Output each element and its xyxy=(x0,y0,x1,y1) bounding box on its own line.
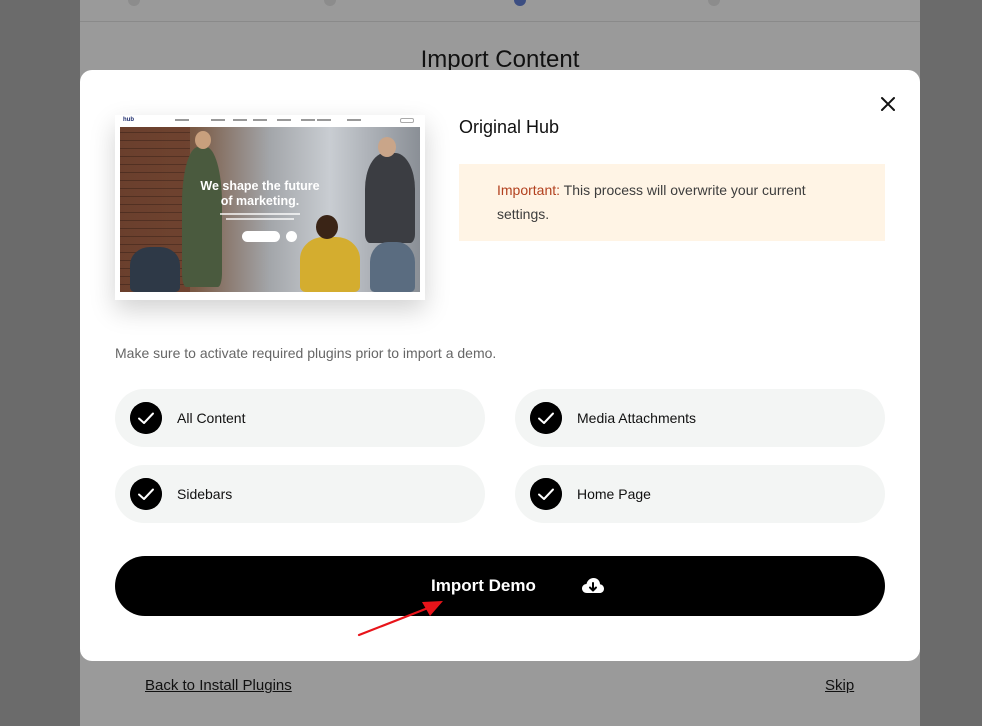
steps-bar xyxy=(80,0,920,22)
step-dot xyxy=(128,0,140,6)
step-dot xyxy=(324,0,336,6)
checkmark-icon xyxy=(530,478,562,510)
skip-link[interactable]: Skip xyxy=(825,677,854,694)
option-label: Sidebars xyxy=(177,486,233,502)
option-sidebars[interactable]: Sidebars xyxy=(115,465,485,523)
option-label: Home Page xyxy=(577,486,651,502)
demo-title: Original Hub xyxy=(459,117,560,137)
option-media-attachments[interactable]: Media Attachments xyxy=(515,389,885,447)
checkmark-icon xyxy=(130,402,162,434)
step-dot xyxy=(708,0,720,6)
plugins-hint: Make sure to activate required plugins p… xyxy=(115,345,497,361)
step-dot-active xyxy=(514,0,526,6)
cloud-download-icon xyxy=(582,578,604,593)
option-label: Media Attachments xyxy=(577,410,697,426)
notice-important-label: Important: xyxy=(497,182,561,198)
checkmark-icon xyxy=(130,478,162,510)
option-home-page[interactable]: Home Page xyxy=(515,465,885,523)
warning-notice: Important: This process will overwrite y… xyxy=(459,164,885,241)
preview-logo: hub xyxy=(123,117,134,123)
close-icon[interactable] xyxy=(878,94,898,114)
notice-text: Important: This process will overwrite y… xyxy=(497,178,857,226)
import-demo-button[interactable]: Import Demo xyxy=(115,556,885,616)
preview-hero-image: We shape the future of marketing. xyxy=(120,127,420,292)
option-label: All Content xyxy=(177,410,246,426)
annotation-arrow-icon xyxy=(357,601,443,637)
demo-preview-thumbnail: hub We shape the future of marketing. xyxy=(115,115,425,300)
option-all-content[interactable]: All Content xyxy=(115,389,485,447)
preview-headline: We shape the future of marketing. xyxy=(200,179,320,208)
preview-navbar: hub xyxy=(115,115,425,127)
checkmark-icon xyxy=(530,402,562,434)
back-to-install-plugins-link[interactable]: Back to Install Plugins xyxy=(145,677,292,694)
import-demo-modal: hub We shape the future of marketing. Or… xyxy=(80,70,920,661)
import-demo-label: Import Demo xyxy=(431,576,536,595)
